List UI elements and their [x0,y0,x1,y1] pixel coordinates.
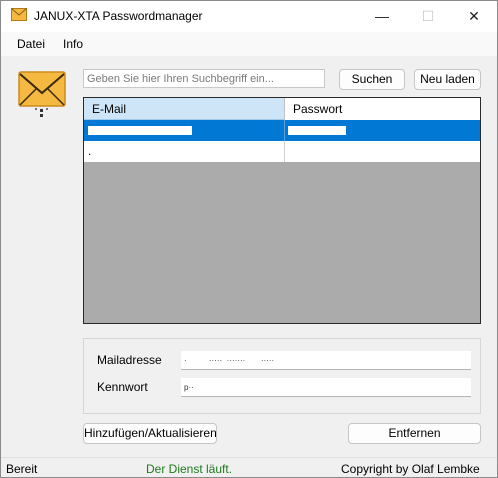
column-header-email[interactable]: E-Mail [84,98,284,120]
table-row[interactable]: . [84,141,480,162]
menu-bar: Datei Info [1,32,497,56]
mail-field[interactable] [181,351,471,370]
mail-label: Mailadresse [97,353,162,367]
status-ready: Bereit [6,462,38,476]
reload-button[interactable]: Neu laden [414,69,481,90]
status-service: Der Dienst läuft. [146,462,233,476]
menu-datei[interactable]: Datei [17,37,45,51]
maximize-button: ☐ [421,8,435,24]
window-title: JANUX-XTA Passwordmanager [34,9,203,23]
status-bar: Bereit Der Dienst läuft. Copyright by Ol… [1,457,497,477]
app-window: JANUX-XTA Passwordmanager — ☐ ✕ Datei In… [0,0,498,478]
search-input[interactable] [83,69,325,88]
password-cell [284,141,480,162]
minimize-button[interactable]: — [359,1,405,32]
envelope-icon [11,8,27,21]
column-header-password[interactable]: Passwort [284,98,480,120]
menu-info[interactable]: Info [63,37,83,51]
password-field[interactable] [181,378,471,397]
email-cell: . [88,144,92,158]
table-row[interactable] [84,120,480,141]
password-grid[interactable]: E-Mail Passwort . [83,97,481,324]
redacted-email-mask [88,126,192,135]
grid-header: E-Mail Passwort [84,98,480,120]
password-label: Kennwort [97,380,148,394]
search-button[interactable]: Suchen [339,69,405,90]
entry-panel: Mailadresse Kennwort [83,338,481,414]
remove-button[interactable]: Entfernen [348,423,481,444]
close-button[interactable]: ✕ [451,1,497,32]
title-bar[interactable]: JANUX-XTA Passwordmanager — ☐ ✕ [1,1,497,32]
redacted-password-mask [288,126,346,135]
status-copyright: Copyright by Olaf Lembke [341,462,480,476]
add-update-button[interactable]: Hinzufügen/Aktualisieren [83,423,217,444]
mail-logo-icon [18,71,66,117]
